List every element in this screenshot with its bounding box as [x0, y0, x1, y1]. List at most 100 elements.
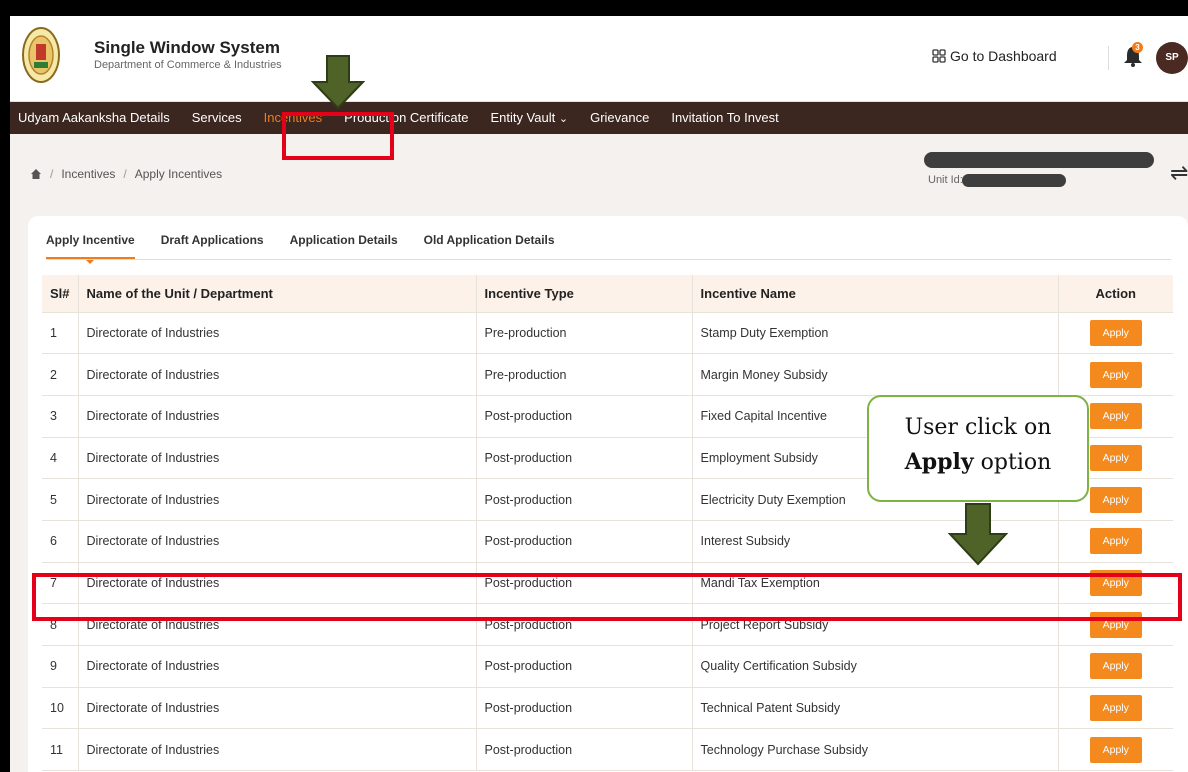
cell-unit-name: Directorate of Industries: [78, 395, 477, 438]
header-divider: [1108, 46, 1109, 70]
apply-button[interactable]: Apply: [1089, 653, 1142, 680]
redacted-unit-id: [962, 174, 1066, 187]
callout-rest: option: [973, 450, 1052, 475]
cell-incentive-type: Pre-production: [476, 312, 693, 355]
cell-sl: 5: [42, 478, 79, 521]
apply-button[interactable]: Apply: [1089, 695, 1142, 722]
header-unit-name: Name of the Unit / Department: [78, 275, 477, 313]
table-row: 1 Directorate of Industries Pre-production…: [42, 312, 1173, 355]
tab-application-details[interactable]: Application Details: [290, 233, 398, 259]
notification-badge: 3: [1132, 42, 1143, 53]
nav-item-services[interactable]: Services: [181, 102, 253, 134]
app-subtitle: Department of Commerce & Industries: [94, 59, 282, 71]
cell-unit-name: Directorate of Industries: [78, 437, 477, 480]
cell-sl: 3: [42, 395, 79, 438]
annotation-arrow-down-icon-2: [948, 503, 1008, 566]
apply-button[interactable]: Apply: [1089, 361, 1142, 388]
main-nav: Udyam Aakanksha Details Services Incenti…: [10, 102, 1188, 134]
breadcrumb: / Incentives / Apply Incentives: [30, 167, 222, 181]
cell-action: Apply: [1058, 728, 1173, 772]
apply-button[interactable]: Apply: [1089, 319, 1142, 346]
table-header-row: Sl# Name of the Unit / Department Incent…: [42, 275, 1173, 313]
cell-sl: 10: [42, 687, 79, 730]
tab-draft-applications[interactable]: Draft Applications: [161, 233, 264, 259]
breadcrumb-apply-incentives: Apply Incentives: [134, 167, 223, 181]
callout-line-2: Apply option: [869, 445, 1087, 480]
cell-unit-name: Directorate of Industries: [78, 687, 477, 730]
page: Single Window System Department of Comme…: [10, 16, 1188, 772]
cell-sl: 2: [42, 353, 79, 396]
cell-incentive-type: Pre-production: [476, 353, 693, 396]
cell-incentive-name: Technical Patent Subsidy: [692, 687, 1059, 730]
nav-item-entity-vault[interactable]: Entity Vault ⌄: [479, 102, 579, 134]
nav-item-invitation-to-invest[interactable]: Invitation To Invest: [660, 102, 789, 134]
cell-action: Apply: [1058, 687, 1173, 730]
dashboard-label: Go to Dashboard: [950, 48, 1057, 64]
redacted-unit-name: [924, 152, 1154, 168]
breadcrumb-incentives[interactable]: Incentives: [61, 167, 115, 181]
cell-incentive-type: Post-production: [476, 395, 693, 438]
cell-sl: 4: [42, 437, 79, 480]
chevron-down-icon: ⌄: [558, 113, 569, 125]
cell-incentive-type: Post-production: [476, 520, 693, 563]
go-to-dashboard-button[interactable]: Go to Dashboard: [932, 48, 1057, 64]
cell-incentive-type: Post-production: [476, 478, 693, 521]
tab-apply-incentive[interactable]: Apply Incentive: [46, 233, 135, 264]
annotation-arrow-down-icon: [311, 55, 365, 110]
tab-old-application-details[interactable]: Old Application Details: [424, 233, 555, 259]
cell-unit-name: Directorate of Industries: [78, 312, 477, 355]
dashboard-grid-icon: [932, 49, 946, 63]
cell-incentive-name: Stamp Duty Exemption: [692, 312, 1059, 355]
tab-divider: [46, 259, 1171, 260]
apply-button[interactable]: Apply: [1089, 403, 1142, 430]
apply-button[interactable]: Apply: [1089, 444, 1142, 471]
table-row: 11 Directorate of Industries Post-producti…: [42, 728, 1173, 772]
cell-incentive-name: Technology Purchase Subsidy: [692, 728, 1059, 772]
header-sl: Sl#: [42, 275, 79, 313]
unit-id-label: Unit Id:: [928, 174, 963, 186]
switch-unit-icon[interactable]: ⇌: [1170, 160, 1188, 186]
table-row: 10 Directorate of Industries Post-producti…: [42, 687, 1173, 730]
notification-button[interactable]: 3: [1122, 42, 1144, 68]
user-avatar[interactable]: SP: [1156, 42, 1188, 74]
cell-incentive-type: Post-production: [476, 728, 693, 772]
cell-incentive-type: Post-production: [476, 437, 693, 480]
nav-item-entity-vault-label: Entity Vault: [490, 110, 556, 125]
screenshot-frame: Single Window System Department of Comme…: [0, 0, 1188, 772]
cell-unit-name: Directorate of Industries: [78, 645, 477, 688]
app-title: Single Window System: [94, 38, 280, 57]
cell-unit-name: Directorate of Industries: [78, 478, 477, 521]
cell-action: Apply: [1058, 353, 1173, 396]
home-icon[interactable]: [30, 168, 42, 180]
top-header: Single Window System Department of Comme…: [10, 16, 1188, 102]
apply-button[interactable]: Apply: [1089, 486, 1142, 513]
callout-line-1: User click on: [904, 415, 1052, 440]
cell-sl: 11: [42, 728, 79, 772]
cell-action: Apply: [1058, 645, 1173, 688]
cell-sl: 9: [42, 645, 79, 688]
tab-bar: Apply Incentive Draft Applications Appli…: [46, 233, 555, 264]
cell-sl: 6: [42, 520, 79, 563]
apply-button[interactable]: Apply: [1089, 528, 1142, 555]
cell-unit-name: Directorate of Industries: [78, 520, 477, 563]
cell-incentive-name: Quality Certification Subsidy: [692, 645, 1059, 688]
cell-unit-name: Directorate of Industries: [78, 353, 477, 396]
cell-incentive-type: Post-production: [476, 687, 693, 730]
highlight-box-incentives: [282, 112, 394, 160]
header-incentive-name: Incentive Name: [692, 275, 1059, 313]
header-action: Action: [1058, 275, 1173, 313]
apply-button[interactable]: Apply: [1089, 736, 1142, 763]
cell-unit-name: Directorate of Industries: [78, 728, 477, 772]
cell-action: Apply: [1058, 520, 1173, 563]
nav-item-udyam-aakanksha-details[interactable]: Udyam Aakanksha Details: [10, 102, 181, 134]
header-incentive-type: Incentive Type: [476, 275, 693, 313]
nav-item-grievance[interactable]: Grievance: [579, 102, 660, 134]
table-row: 2 Directorate of Industries Pre-production…: [42, 353, 1173, 396]
callout-bold: Apply: [904, 449, 974, 475]
cell-action: Apply: [1058, 312, 1173, 355]
highlight-box-row-7: [32, 573, 1182, 621]
cell-incentive-name: Margin Money Subsidy: [692, 353, 1059, 396]
state-emblem-logo: [22, 27, 60, 83]
table-row: 9 Directorate of Industries Post-productio…: [42, 645, 1173, 688]
cell-incentive-type: Post-production: [476, 645, 693, 688]
